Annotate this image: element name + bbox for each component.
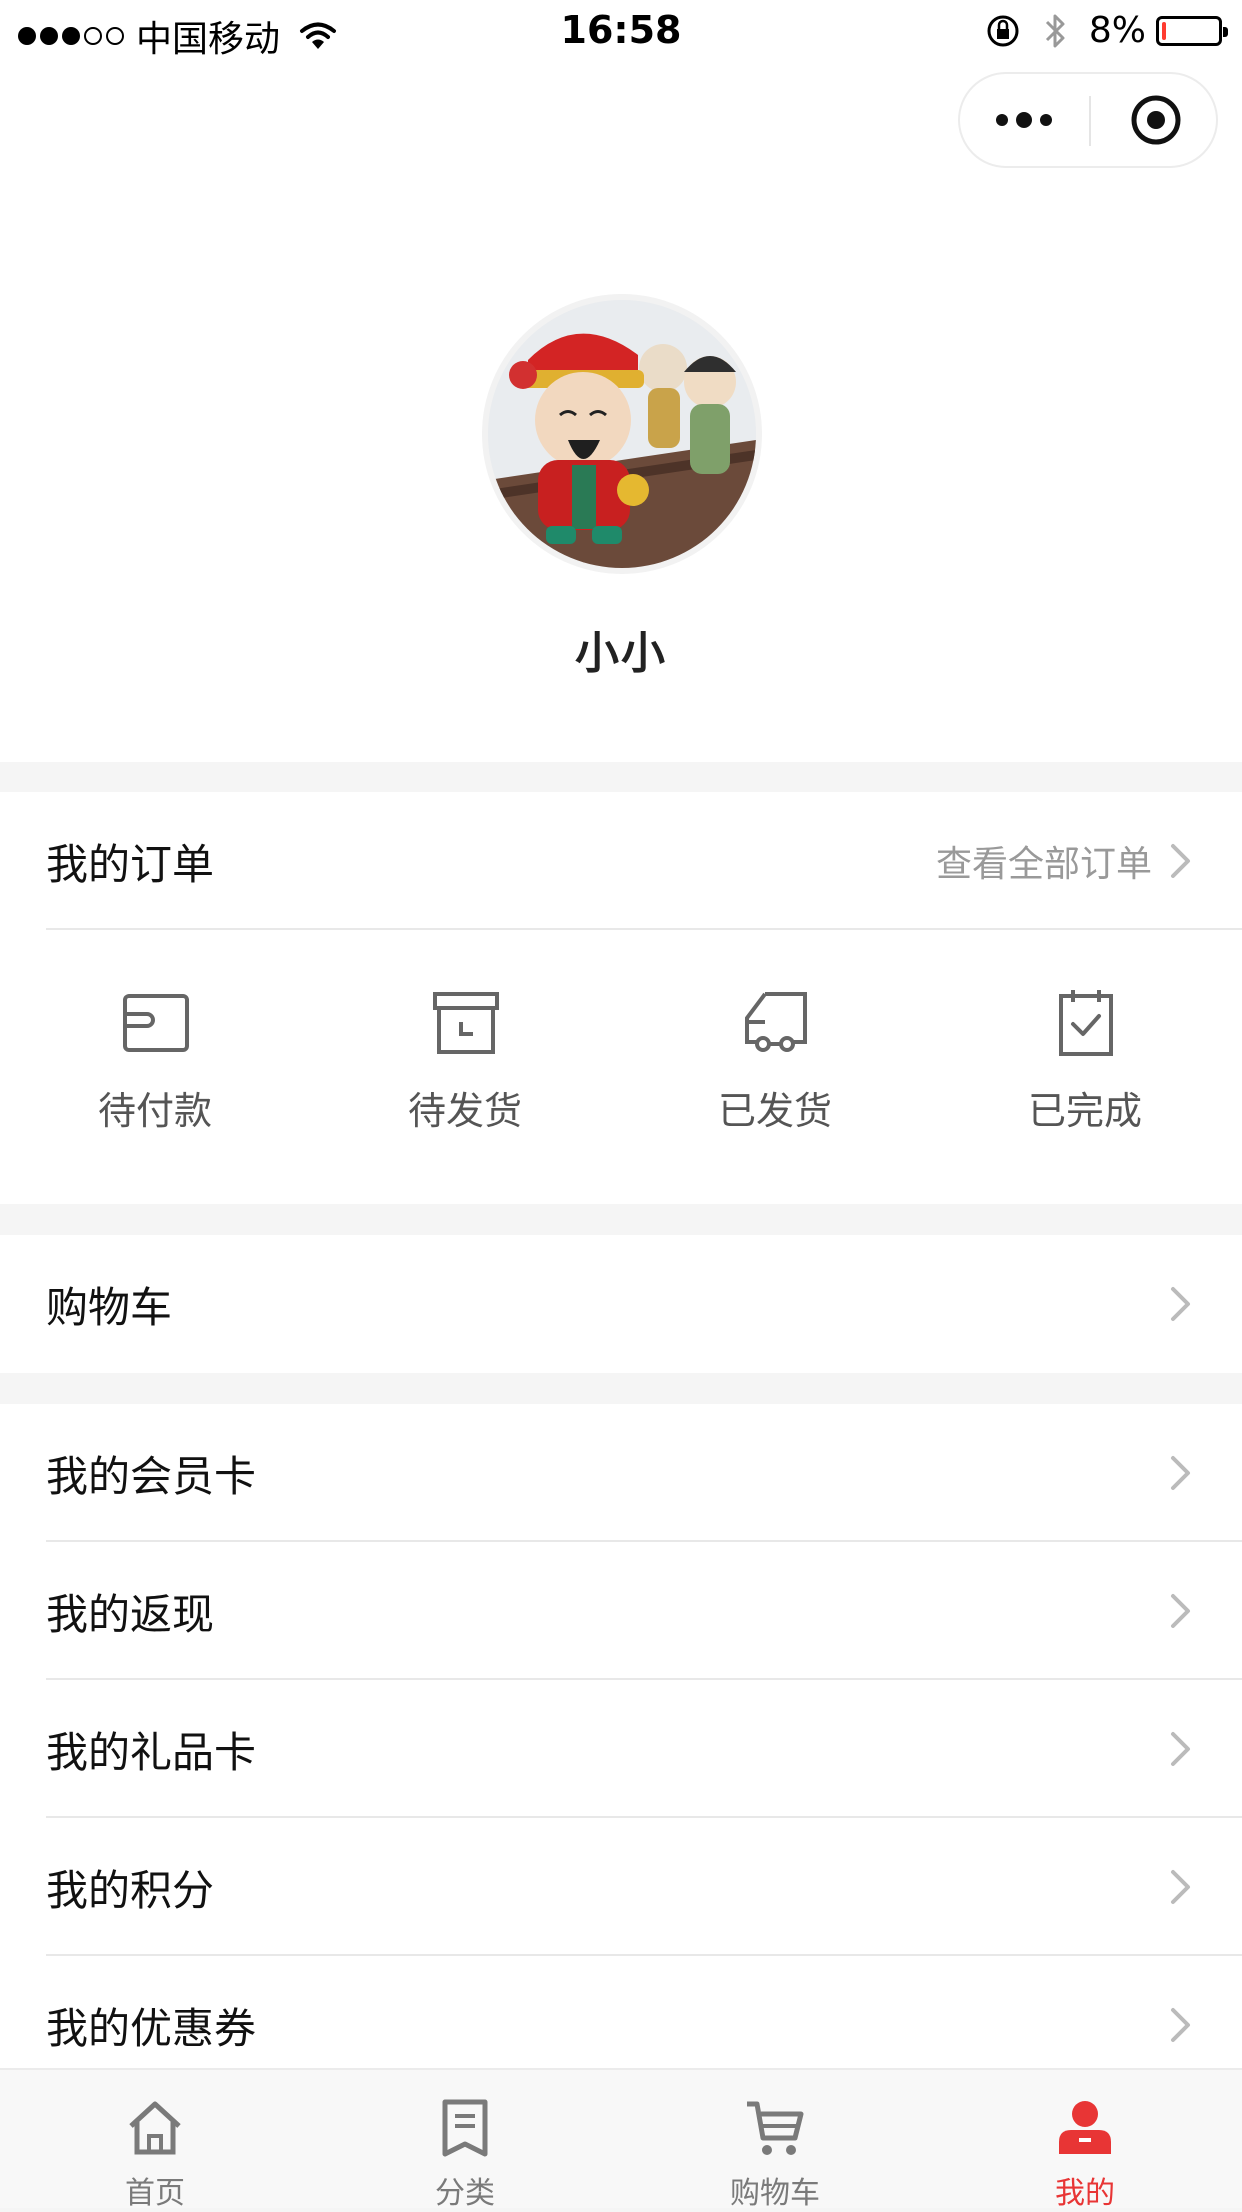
order-status-pending-payment[interactable]: 待付款	[0, 930, 310, 1200]
menu-item-gift-card[interactable]: 我的礼品卡	[0, 1680, 1242, 1818]
orders-title: 我的订单	[46, 839, 215, 889]
cart-icon	[747, 2101, 804, 2155]
tab-cart[interactable]: 购物车	[620, 2070, 930, 2211]
tab-category[interactable]: 分类	[310, 2070, 620, 2211]
cart-section: 购物车	[0, 1235, 1242, 1373]
capsule-divider	[1089, 96, 1091, 146]
avatar[interactable]	[482, 294, 762, 574]
tab-mine[interactable]: 我的	[930, 2070, 1240, 2211]
bottom-tab-bar: 首页 分类 购物车 我的	[0, 2068, 1242, 2211]
close-miniprogram-icon[interactable]	[1130, 94, 1182, 146]
account-menu-section: 我的会员卡 我的返现 我的礼品卡 我的积分 我的优惠券	[0, 1404, 1242, 2068]
more-dot-icon	[1016, 112, 1032, 128]
tab-home[interactable]: 首页	[0, 2070, 310, 2211]
cart-row-label: 购物车	[46, 1282, 173, 1332]
battery-icon	[1156, 15, 1228, 46]
tab-label: 分类	[435, 2176, 495, 2211]
battery-fill	[1162, 21, 1166, 40]
clipboard-check-icon	[1059, 990, 1113, 1056]
wallet-icon	[123, 994, 189, 1052]
chevron-right-icon	[1171, 1456, 1190, 1490]
order-status-label: 待付款	[97, 1089, 212, 1133]
more-dot-icon	[1040, 114, 1052, 126]
status-right: 8%	[985, 10, 1228, 51]
tab-label: 购物车	[730, 2176, 820, 2211]
miniprogram-capsule	[958, 72, 1218, 168]
chevron-right-icon	[1171, 1594, 1190, 1628]
orientation-lock-icon	[987, 15, 1019, 46]
cart-row[interactable]: 购物车	[0, 1235, 1242, 1373]
menu-item-label: 我的积分	[46, 1865, 215, 1915]
chevron-right-icon	[1171, 1870, 1190, 1904]
order-status-completed[interactable]: 已完成	[930, 930, 1240, 1200]
status-bar: 中国移动 16:58 8%	[0, 0, 1242, 62]
user-icon	[1059, 2101, 1111, 2154]
order-status-grid: 待付款 待发货 已发货 已完成	[0, 930, 1242, 1200]
order-status-label: 已发货	[717, 1089, 832, 1133]
tab-label: 首页	[125, 2176, 185, 2211]
more-dot-icon	[996, 114, 1008, 126]
chevron-right-icon	[1171, 844, 1190, 878]
list-icon	[442, 2099, 488, 2157]
tab-label: 我的	[1055, 2176, 1115, 2211]
chevron-right-icon	[1171, 1732, 1190, 1766]
order-status-shipped[interactable]: 已发货	[620, 930, 930, 1200]
avatar-figurine-image	[488, 300, 756, 568]
orders-header-row[interactable]: 我的订单 查看全部订单	[0, 792, 1242, 930]
view-all-orders-link[interactable]: 查看全部订单	[936, 835, 1152, 887]
home-icon	[129, 2101, 181, 2155]
order-status-label: 已完成	[1027, 1089, 1142, 1133]
menu-item-label: 我的返现	[46, 1589, 215, 1639]
menu-item-points[interactable]: 我的积分	[0, 1818, 1242, 1956]
box-icon	[433, 992, 499, 1054]
battery-cap	[1223, 26, 1228, 37]
chevron-right-icon	[1171, 1287, 1190, 1321]
menu-item-cashback[interactable]: 我的返现	[0, 1542, 1242, 1680]
menu-item-member-card[interactable]: 我的会员卡	[0, 1404, 1242, 1542]
order-status-pending-shipment[interactable]: 待发货	[310, 930, 620, 1200]
menu-item-label: 我的礼品卡	[46, 1727, 257, 1777]
truck-icon	[745, 992, 807, 1052]
menu-item-label: 我的优惠券	[46, 2003, 257, 2053]
bluetooth-icon	[1045, 14, 1065, 47]
username: 小小	[575, 628, 667, 679]
more-button[interactable]	[960, 74, 1088, 166]
menu-item-label: 我的会员卡	[46, 1451, 257, 1501]
orders-section: 我的订单 查看全部订单 待付款 待发货 已发货 已完成	[0, 792, 1242, 1204]
chevron-right-icon	[1171, 2008, 1190, 2042]
order-status-label: 待发货	[407, 1089, 522, 1133]
battery-percent: 8%	[1088, 10, 1146, 51]
